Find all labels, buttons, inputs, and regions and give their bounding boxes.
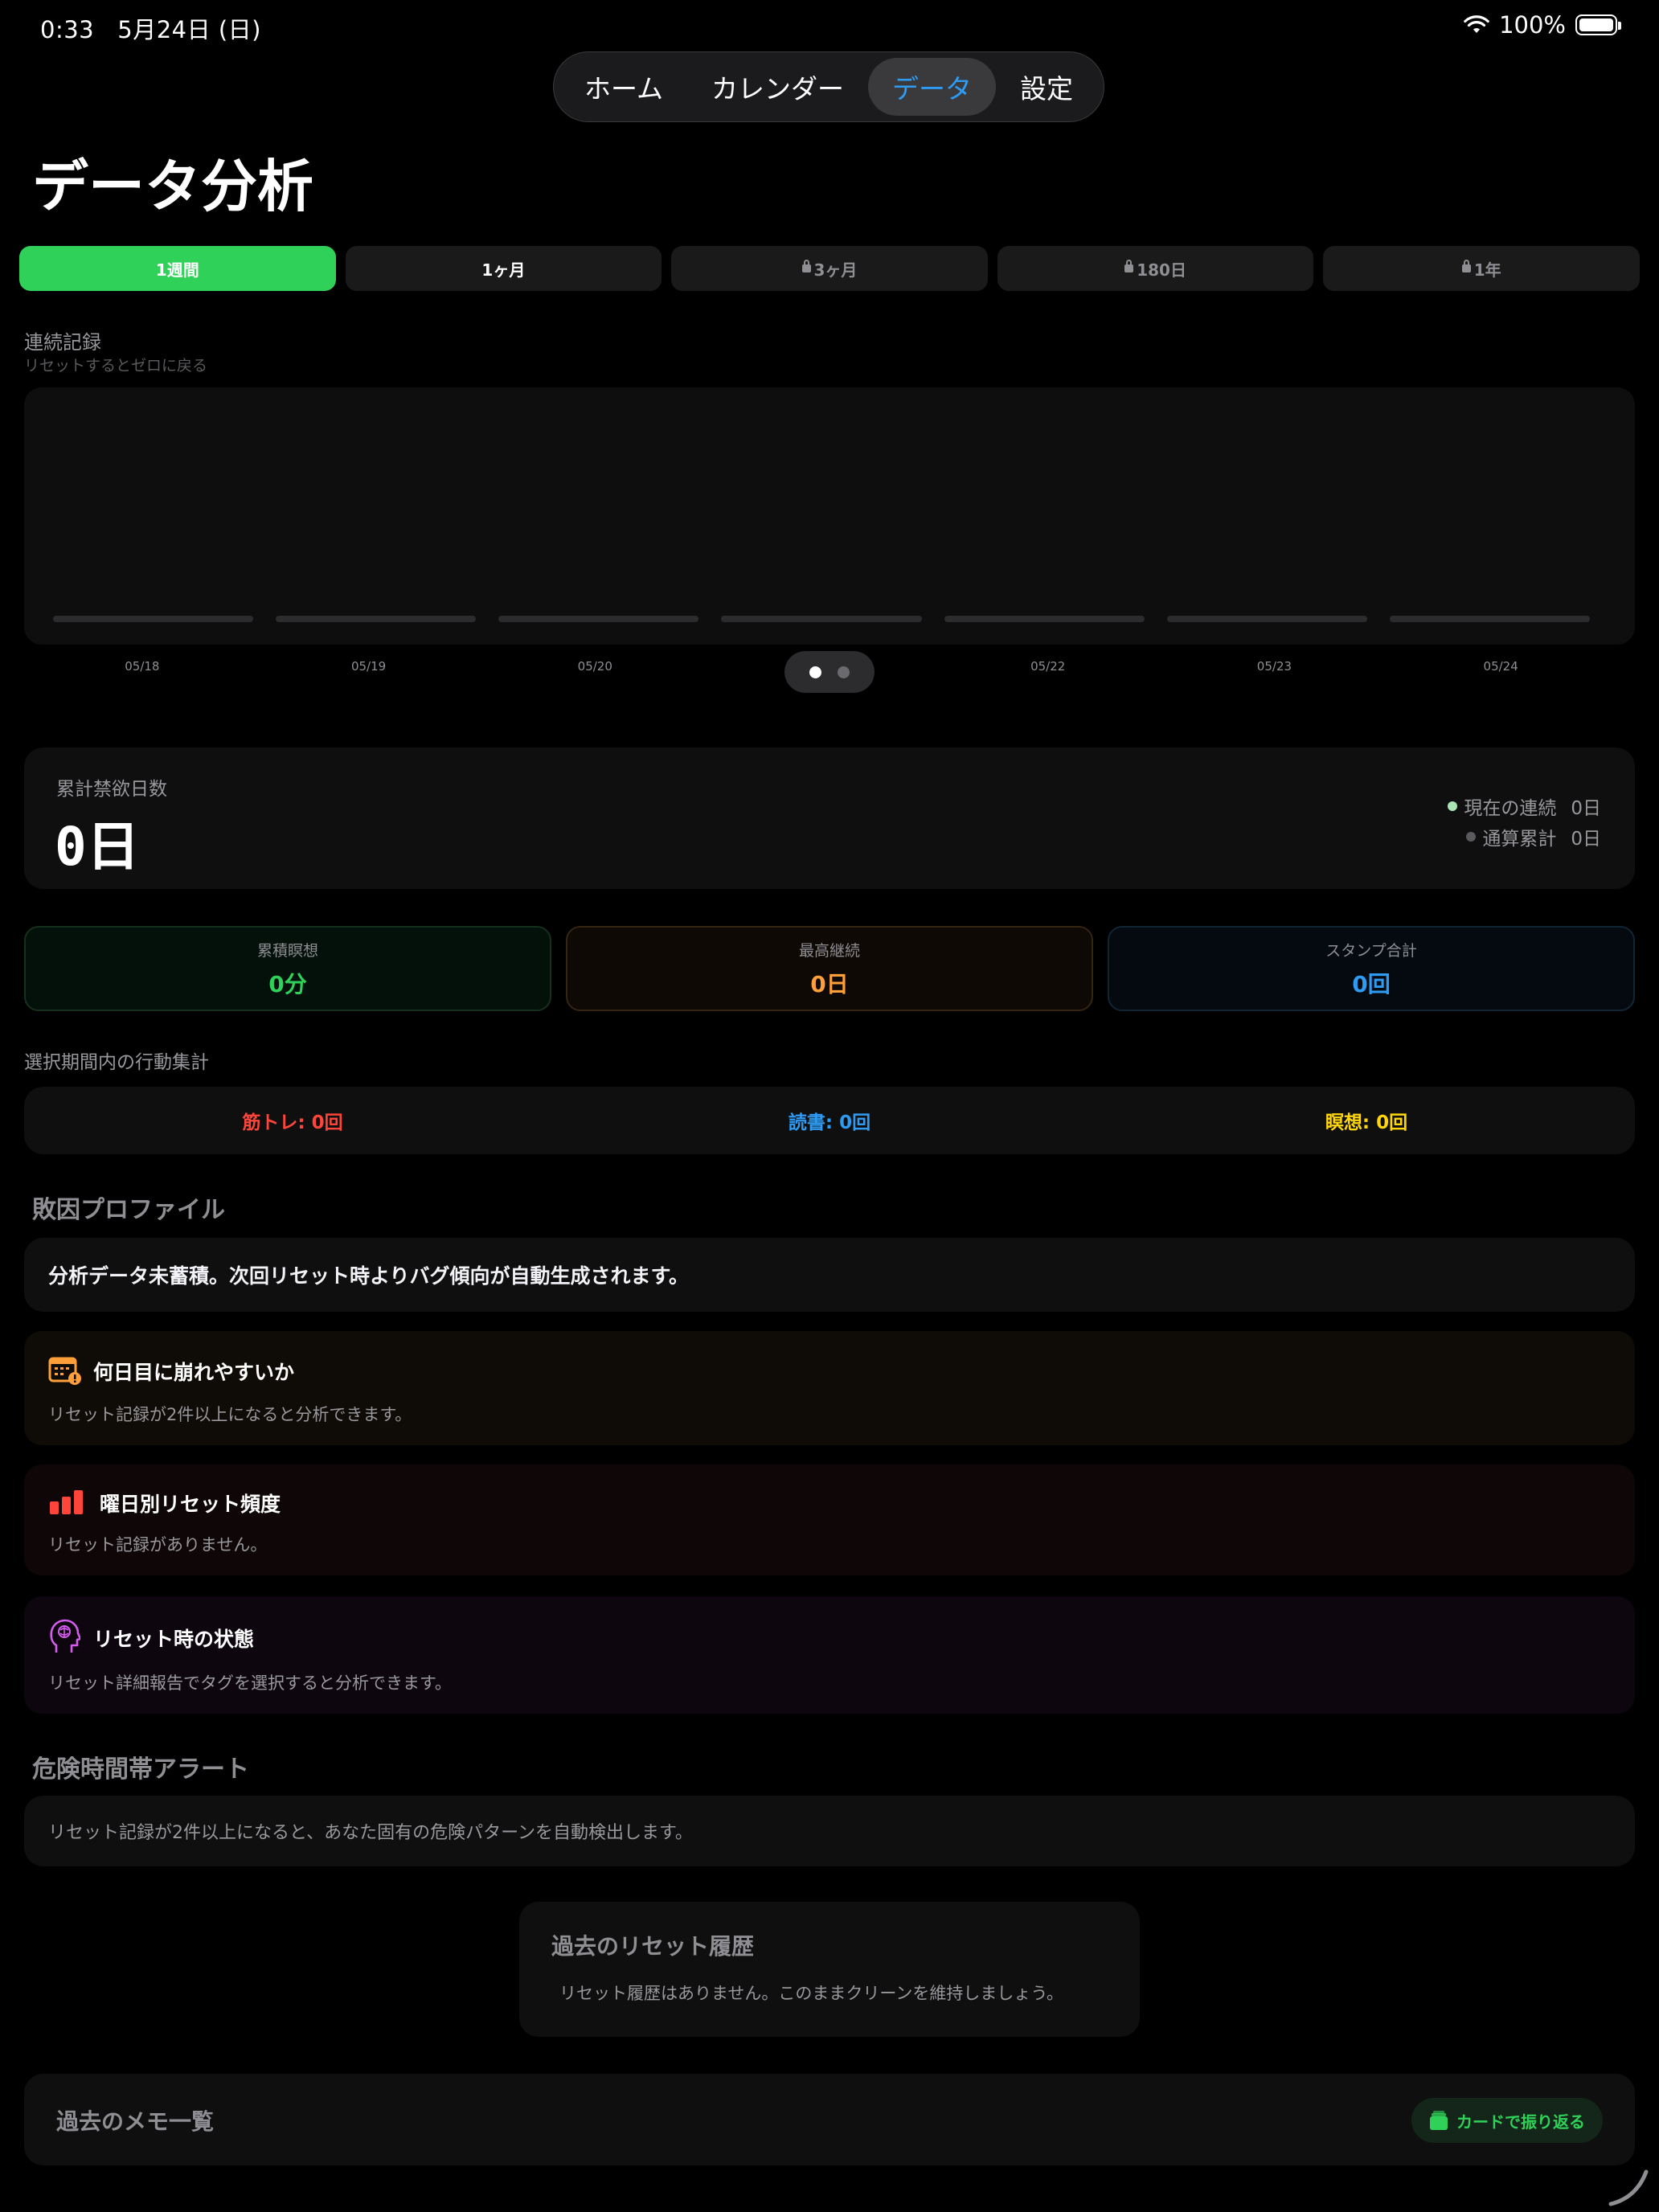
period-selector: 1週間 1ヶ月 3ヶ月 180日 1年 — [19, 246, 1640, 291]
page-title: データ分析 — [32, 154, 313, 219]
page-dot[interactable] — [838, 666, 850, 678]
top-tab-bar: ホーム カレンダー データ 設定 — [553, 51, 1104, 122]
battery-percent: 100% — [1499, 11, 1566, 39]
alert-card: リセット記録が2件以上になると、あなた固有の危険パターンを自動検出します。 — [24, 1796, 1635, 1866]
legend-total: 通算累計 0日 — [1466, 823, 1601, 850]
period-1-month[interactable]: 1ヶ月 — [345, 246, 662, 291]
period-label: 1ヶ月 — [481, 260, 526, 280]
period-1-week[interactable]: 1週間 — [19, 246, 336, 291]
insight-reset-state[interactable]: リセット時の状態 リセット詳細報告でタグを選択すると分析できます。 — [24, 1596, 1635, 1714]
profile-note: 分析データ未蓄積。次回リセット時よりバグ傾向が自動生成されます。 — [24, 1238, 1635, 1312]
insight-desc: リセット記録がありません。 — [48, 1535, 268, 1555]
streak-chart-subtitle: リセットするとゼロに戻る — [24, 357, 208, 375]
tab-calendar[interactable]: カレンダー — [687, 58, 868, 116]
x-tick-label: 05/19 — [350, 659, 387, 674]
legend-dot — [1448, 801, 1458, 811]
streak-bar — [276, 616, 477, 622]
insight-weekday-frequency[interactable]: 曜日別リセット頻度 リセット記録がありません。 — [24, 1464, 1635, 1575]
history-title: 過去のリセット履歴 — [551, 1933, 755, 1960]
calendar-warning-icon — [48, 1357, 81, 1385]
wifi-icon — [1464, 15, 1489, 33]
insight-title: 何日目に崩れやすいか — [93, 1361, 295, 1384]
legend-value: 0日 — [1571, 829, 1601, 850]
stat-meditation: 累積瞑想 0分 — [24, 926, 551, 1011]
insight-title: 曜日別リセット頻度 — [100, 1493, 281, 1516]
streak-bar — [1166, 616, 1367, 622]
x-tick-label: 05/23 — [1256, 659, 1292, 674]
streak-bar — [53, 616, 254, 622]
date-text: 5月24日 (日) — [117, 16, 261, 43]
history-empty-text: リセット履歴はありません。このままクリーンを維持しましょう。 — [559, 1984, 1064, 2003]
legend-label: 現在の連続 — [1464, 798, 1557, 819]
x-tick-label: 05/22 — [1030, 659, 1066, 674]
profile-section-title: 敗因プロファイル — [32, 1196, 225, 1224]
streak-chart[interactable] — [24, 387, 1635, 645]
resize-handle-icon[interactable] — [1608, 2167, 1651, 2207]
alert-section-title: 危険時間帯アラート — [32, 1755, 249, 1784]
insight-desc: リセット詳細報告でタグを選択すると分析できます。 — [48, 1673, 452, 1693]
stat-value: 0分 — [268, 970, 307, 997]
chart-page-indicator[interactable] — [784, 651, 875, 693]
review-cards-button[interactable]: カードで振り返る — [1411, 2098, 1603, 2143]
page-dot-active[interactable] — [809, 666, 821, 678]
stat-value: 0日 — [810, 970, 849, 997]
streak-bar — [944, 616, 1145, 622]
total-days-label: 累計禁欲日数 — [56, 779, 167, 800]
lock-icon — [1461, 260, 1471, 272]
memo-list-card: 過去のメモ一覧 カードで振り返る — [24, 2074, 1635, 2165]
streak-bar — [721, 616, 922, 622]
legend-label: 通算累計 — [1482, 829, 1557, 850]
lock-icon — [801, 260, 811, 272]
streak-chart-title: 連続記録 — [24, 331, 101, 354]
period-1-year[interactable]: 1年 — [1323, 246, 1640, 291]
stat-label: スタンプ合計 — [1325, 941, 1417, 960]
status-indicators: 100% — [1464, 11, 1621, 39]
x-tick-label: 05/18 — [125, 659, 160, 674]
x-tick-label: 05/24 — [1483, 659, 1518, 674]
stat-label: 累積瞑想 — [256, 941, 318, 960]
period-label: 180日 — [1137, 260, 1186, 280]
actions-title: 選択期間内の行動集計 — [24, 1052, 209, 1073]
stat-label: 最高継続 — [798, 941, 860, 960]
insight-title: リセット時の状態 — [93, 1628, 255, 1651]
tab-home[interactable]: ホーム — [560, 58, 687, 116]
legend-current-streak: 現在の連続 0日 — [1448, 793, 1601, 820]
time-text: 0:33 — [40, 16, 95, 43]
insight-desc: リセット記録が2件以上になると分析できます。 — [48, 1405, 412, 1424]
battery-icon — [1575, 14, 1621, 35]
action-reading: 読書: 0回 — [788, 1112, 871, 1133]
review-cards-label: カードで振り返る — [1456, 2112, 1585, 2132]
cards-icon — [1430, 2111, 1448, 2130]
streak-bar — [498, 616, 699, 622]
action-meditation: 瞑想: 0回 — [1325, 1112, 1408, 1133]
memo-title: 過去のメモ一覧 — [56, 2108, 215, 2135]
x-tick-label: 05/20 — [577, 659, 612, 674]
reset-history-card: 過去のリセット履歴 リセット履歴はありません。このままクリーンを維持しましょう。 — [519, 1902, 1140, 2037]
action-workout: 筋トレ: 0回 — [242, 1112, 343, 1133]
period-label: 3ヶ月 — [813, 260, 858, 280]
legend-value: 0日 — [1571, 798, 1601, 819]
legend-dot — [1466, 832, 1477, 842]
lock-icon — [1124, 260, 1134, 272]
insight-fail-day[interactable]: 何日目に崩れやすいか リセット記録が2件以上になると分析できます。 — [24, 1331, 1635, 1445]
stat-best-streak: 最高継続 0日 — [566, 926, 1093, 1011]
total-days-card: 累計禁欲日数 0日 現在の連続 0日 通算累計 0日 — [24, 748, 1635, 889]
tab-settings[interactable]: 設定 — [996, 58, 1097, 116]
tab-data[interactable]: データ — [868, 58, 997, 116]
head-brain-icon — [50, 1619, 80, 1653]
stat-value: 0回 — [1352, 970, 1391, 997]
streak-bar — [1389, 616, 1590, 622]
period-label: 1年 — [1473, 260, 1501, 280]
period-label: 1週間 — [155, 260, 199, 280]
bar-chart-icon — [50, 1490, 83, 1514]
total-days-value: 0日 — [55, 816, 140, 878]
period-3-months[interactable]: 3ヶ月 — [671, 246, 988, 291]
stat-stamps: スタンプ合計 0回 — [1108, 926, 1635, 1011]
actions-summary-card: 筋トレ: 0回 読書: 0回 瞑想: 0回 — [24, 1087, 1635, 1154]
status-time: 0:33 5月24日 (日) — [40, 11, 261, 45]
period-180-days[interactable]: 180日 — [997, 246, 1314, 291]
